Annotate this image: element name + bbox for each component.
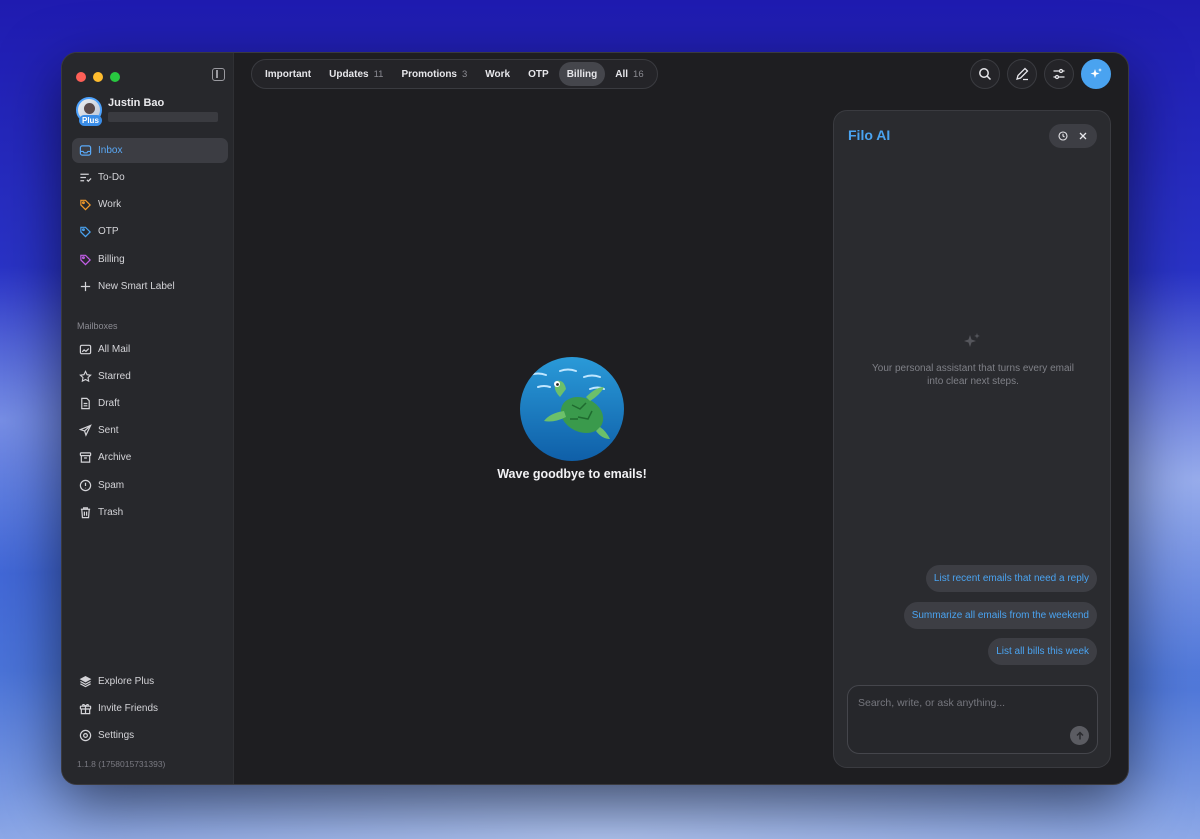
plus-icon [78, 280, 92, 294]
empty-state: Wave goodbye to emails! [442, 357, 702, 481]
compose-button[interactable] [1007, 59, 1037, 89]
star-icon [78, 370, 92, 384]
tab-count: 3 [462, 68, 468, 80]
send-button[interactable] [1070, 726, 1089, 745]
maximize-window-button[interactable] [110, 72, 120, 82]
tag-icon [78, 225, 92, 239]
tab-work[interactable]: Work [477, 62, 518, 86]
sidebar-item-all-mail[interactable]: All Mail [72, 337, 228, 362]
sidebar-item-starred[interactable]: Starred [72, 364, 228, 389]
arrow-up-icon [1075, 730, 1084, 739]
todo-icon [78, 171, 92, 185]
ai-panel-title: Filo AI [848, 127, 891, 143]
sidebar-item-label: Explore Plus [98, 676, 155, 687]
layers-icon [78, 675, 92, 689]
sidebar-item-label: Starred [98, 371, 131, 382]
settings-icon [78, 729, 92, 743]
app-window: Plus Justin Bao Inbox To-Do Work OTP Bil… [61, 52, 1129, 785]
settings-button[interactable]: Settings [72, 723, 228, 748]
tab-count: 16 [633, 68, 644, 80]
sidebar-item-label: Draft [98, 398, 120, 409]
search-icon [979, 68, 992, 81]
filter-button[interactable] [1044, 59, 1074, 89]
suggestion-chip[interactable]: List all bills this week [988, 638, 1097, 665]
ai-panel-controls [1049, 124, 1097, 148]
profile-name: Justin Bao [108, 97, 165, 109]
sparkle-icon [1090, 68, 1102, 78]
ai-prompt-input[interactable] [856, 694, 1076, 712]
tab-count: 11 [373, 68, 384, 80]
sidebar-item-label: Trash [98, 507, 124, 518]
tab-promotions[interactable]: Promotions 3 [393, 62, 475, 86]
profile[interactable]: Plus Justin Bao [76, 97, 226, 127]
sliders-icon [1053, 68, 1065, 80]
sidebar-item-label: Settings [98, 730, 135, 741]
profile-email-redacted [108, 112, 218, 122]
trash-icon [78, 506, 92, 520]
draft-icon [78, 397, 92, 411]
tab-important[interactable]: Important [257, 62, 319, 86]
sidebar-item-otp[interactable]: OTP [72, 219, 228, 244]
sidebar-item-inbox[interactable]: Inbox [72, 138, 228, 163]
plan-badge: Plus [79, 115, 102, 126]
sidebar-item-label: Archive [98, 452, 132, 463]
invite-friends-button[interactable]: Invite Friends [72, 696, 228, 721]
spam-icon [78, 479, 92, 493]
sidebar-item-label: New Smart Label [98, 281, 175, 292]
tab-updates[interactable]: Updates 11 [321, 62, 391, 86]
sidebar-item-sent[interactable]: Sent [72, 418, 228, 443]
app-version: 1.1.8 (1758015731393) [77, 759, 166, 769]
sidebar-item-trash[interactable]: Trash [72, 500, 228, 525]
sidebar-item-label: Work [98, 199, 122, 210]
archive-icon [78, 451, 92, 465]
sidebar-item-label: Invite Friends [98, 703, 159, 714]
window-controls [76, 72, 120, 82]
sidebar-item-label: Spam [98, 480, 125, 491]
sidebar-item-label: All Mail [98, 344, 131, 355]
category-tabs: Important Updates 11 Promotions 3 Work OTP… [251, 59, 658, 89]
tag-icon [78, 253, 92, 267]
search-button[interactable] [970, 59, 1000, 89]
suggestion-chip[interactable]: Summarize all emails from the weekend [903, 602, 1097, 629]
sidebar-item-label: Billing [98, 254, 125, 265]
close-icon[interactable] [1075, 128, 1091, 144]
inbox-icon [78, 144, 92, 158]
sidebar: Plus Justin Bao Inbox To-Do Work OTP Bil… [62, 53, 234, 784]
explore-plus-button[interactable]: Explore Plus [72, 669, 228, 694]
sidebar-item-spam[interactable]: Spam [72, 473, 228, 498]
suggestion-chip[interactable]: List recent emails that need a reply [925, 565, 1097, 592]
close-window-button[interactable] [76, 72, 86, 82]
tab-billing[interactable]: Billing [558, 62, 606, 86]
send-icon [78, 424, 92, 438]
sidebar-item-draft[interactable]: Draft [72, 391, 228, 416]
sidebar-item-label: OTP [98, 226, 119, 237]
mailboxes-heading: Mailboxes [77, 321, 118, 331]
compose-icon [1016, 67, 1029, 81]
sidebar-item-work[interactable]: Work [72, 192, 228, 217]
new-smart-label-button[interactable]: New Smart Label [72, 274, 228, 299]
sidebar-toggle-icon[interactable] [212, 68, 225, 81]
tab-otp[interactable]: OTP [520, 62, 557, 86]
sidebar-item-billing[interactable]: Billing [72, 247, 228, 272]
empty-state-message: Wave goodbye to emails! [497, 467, 647, 481]
sidebar-item-label: Sent [98, 425, 119, 436]
ai-assistant-button[interactable] [1081, 59, 1111, 89]
ai-description: Your personal assistant that turns every… [872, 363, 1074, 387]
sparkle-icon [964, 333, 980, 347]
gift-icon [78, 702, 92, 716]
sidebar-item-label: Inbox [98, 145, 123, 156]
tag-icon [78, 198, 92, 212]
sidebar-item-label: To-Do [98, 172, 125, 183]
sidebar-item-archive[interactable]: Archive [72, 445, 228, 470]
ai-panel: Filo AI Your personal assistant that tur… [833, 110, 1111, 768]
minimize-window-button[interactable] [93, 72, 103, 82]
tab-all[interactable]: All 16 [607, 62, 651, 86]
sidebar-item-todo[interactable]: To-Do [72, 165, 228, 190]
ai-input-box [847, 685, 1098, 754]
history-icon[interactable] [1055, 128, 1071, 144]
turtle-illustration [520, 357, 624, 461]
all-mail-icon [78, 343, 92, 357]
